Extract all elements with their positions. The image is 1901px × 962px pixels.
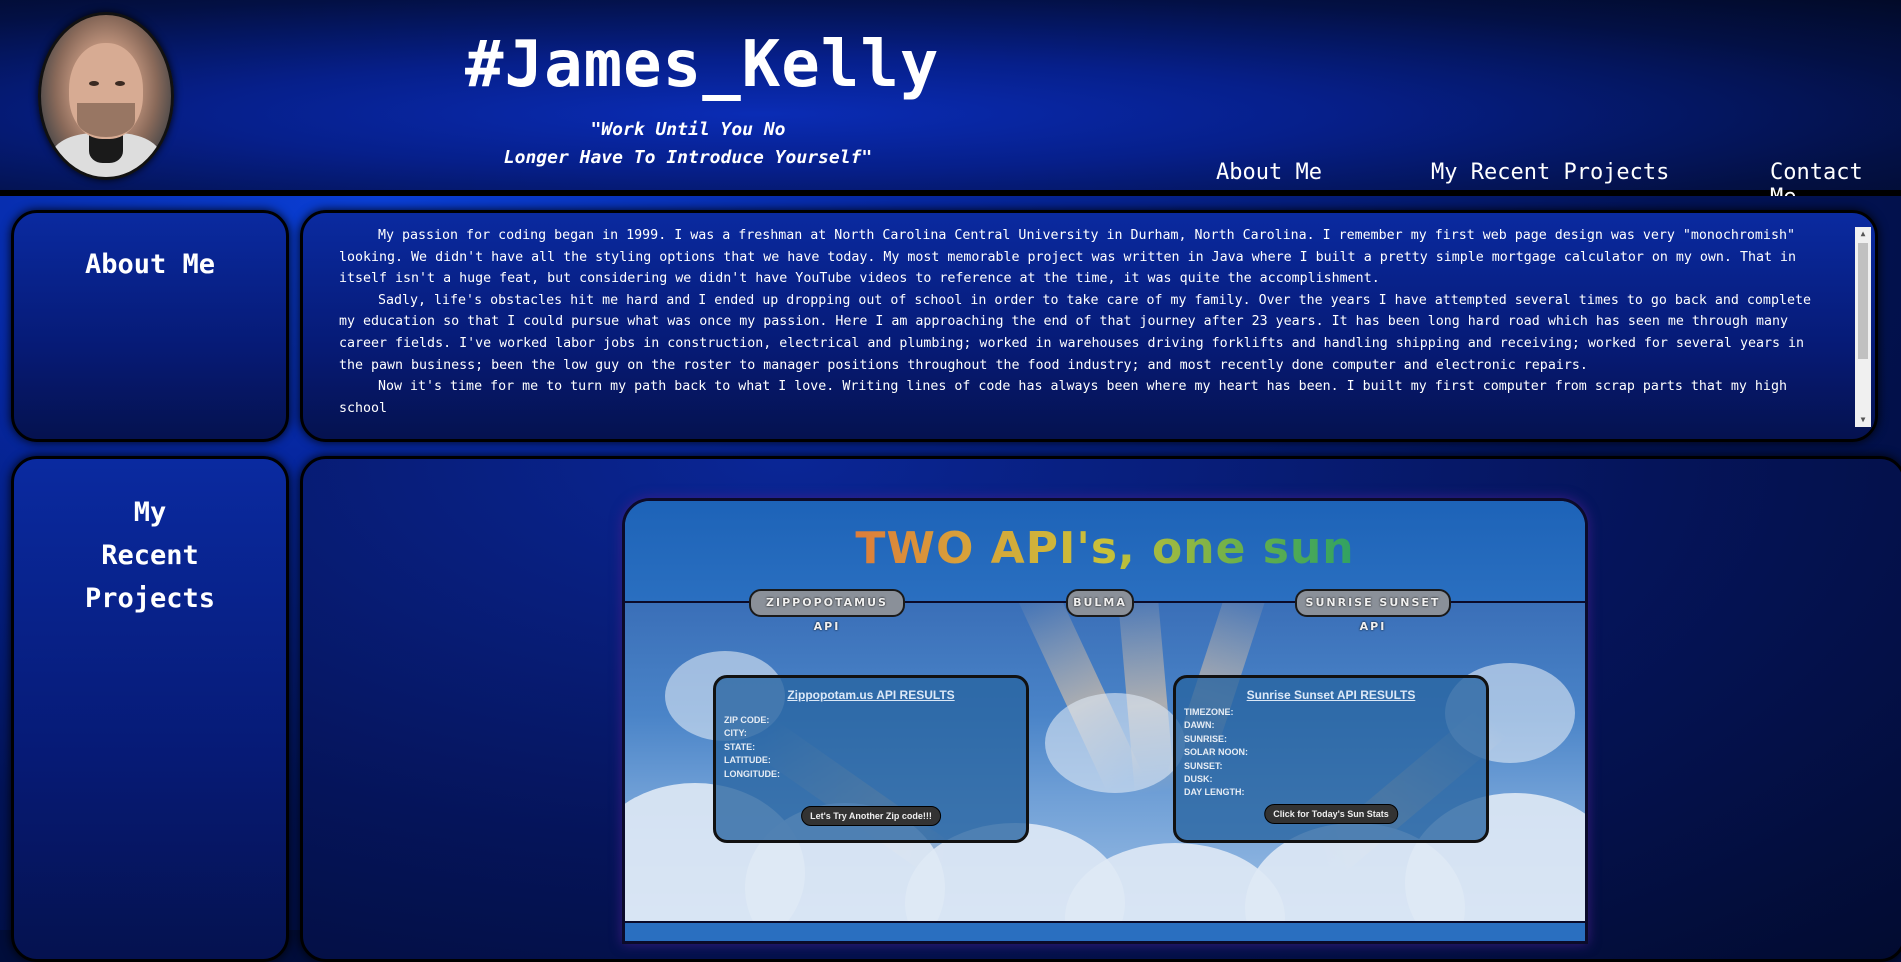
- sun-field-label: SUNSET:: [1184, 760, 1223, 771]
- nav-recent-projects[interactable]: My Recent Projects: [1431, 160, 1669, 185]
- about-paragraph: Sadly, life's obstacles hit me hard and …: [339, 292, 1811, 373]
- zip-field-label: CITY:: [724, 728, 747, 739]
- zip-field-label: STATE:: [724, 741, 756, 752]
- about-paragraph: My passion for coding began in 1999. I w…: [339, 228, 1796, 287]
- site-title: #James_Kelly: [465, 28, 940, 102]
- tagline: "Work Until You No Longer Have To Introd…: [488, 116, 888, 172]
- about-paragraph: Now it's time for me to turn my path bac…: [339, 379, 1787, 416]
- tab-zippopotamus-api[interactable]: ZIPPOPOTAMUS API: [749, 589, 905, 633]
- projects-side-panel: My Recent Projects: [11, 456, 289, 962]
- sun-field-label: SUNRISE:: [1184, 733, 1228, 744]
- project-topbar: TWO API's, one sun: [625, 501, 1585, 603]
- profile-avatar: [38, 12, 174, 180]
- projects-heading: My Recent Projects: [14, 491, 286, 620]
- projects-heading-line: My: [133, 497, 167, 528]
- sun-stats-button[interactable]: Click for Today's Sun Stats: [1264, 804, 1398, 824]
- projects-heading-line: Recent: [101, 540, 199, 571]
- tab-sunrise-sunset-api[interactable]: SUNRISE SUNSET API: [1295, 589, 1451, 633]
- nav-about-me[interactable]: About Me: [1216, 160, 1322, 185]
- sun-field-label: SOLAR NOON:: [1184, 747, 1248, 758]
- cloud: [1045, 693, 1185, 793]
- project-bottombar: [625, 921, 1585, 941]
- site-header: #James_Kelly "Work Until You No Longer H…: [0, 0, 1901, 210]
- sun-field-label: DAY LENGTH:: [1184, 787, 1245, 798]
- projects-heading-line: Projects: [84, 583, 216, 614]
- avatar-beard: [77, 103, 135, 137]
- zip-field-label: LATITUDE:: [724, 755, 771, 766]
- about-text-panel: My passion for coding began in 1999. I w…: [300, 210, 1878, 442]
- sun-field-label: DUSK:: [1184, 774, 1213, 785]
- zip-field-label: ZIP CODE:: [724, 715, 770, 725]
- scroll-up-arrow-icon[interactable]: ▲: [1855, 227, 1871, 241]
- sun-results-card: Sunrise Sunset API RESULTS TIMEZONE: DAW…: [1173, 675, 1489, 843]
- about-heading: About Me: [84, 249, 216, 280]
- another-zip-button[interactable]: Let's Try Another Zip code!!!: [801, 806, 941, 826]
- scrollbar-thumb[interactable]: [1858, 243, 1868, 359]
- zip-results-card: Zippopotam.us API RESULTS ZIP CODE: CITY…: [713, 675, 1029, 843]
- project-title: TWO API's, one sun: [625, 523, 1585, 574]
- tagline-line-2: Longer Have To Introduce Yourself": [503, 147, 873, 168]
- zip-card-title: Zippopotam.us API RESULTS: [787, 688, 955, 702]
- tab-bulma[interactable]: BULMA: [1066, 589, 1134, 617]
- about-side-panel: About Me: [11, 210, 289, 442]
- zip-fields: ZIP CODE: CITY: STATE: LATITUDE: LONGITU…: [724, 714, 1026, 781]
- sun-field-label: DAWN:: [1184, 720, 1215, 731]
- sun-card-title: Sunrise Sunset API RESULTS: [1246, 688, 1416, 702]
- about-scrollbar[interactable]: ▲ ▼: [1855, 227, 1871, 427]
- avatar-eye: [89, 81, 99, 86]
- project-preview[interactable]: TWO API's, one sun ZIPPOPOTAMUS API BULM…: [622, 498, 1588, 944]
- avatar-eye: [115, 81, 125, 86]
- about-text[interactable]: My passion for coding began in 1999. I w…: [339, 225, 1829, 425]
- sun-fields: TIMEZONE: DAWN: SUNRISE: SOLAR NOON: SUN…: [1184, 706, 1486, 800]
- sun-field-label: TIMEZONE:: [1184, 707, 1234, 717]
- zip-field-label: LONGITUDE:: [724, 768, 780, 779]
- scroll-down-arrow-icon[interactable]: ▼: [1855, 413, 1871, 427]
- tagline-line-1: "Work Until You No: [590, 119, 786, 140]
